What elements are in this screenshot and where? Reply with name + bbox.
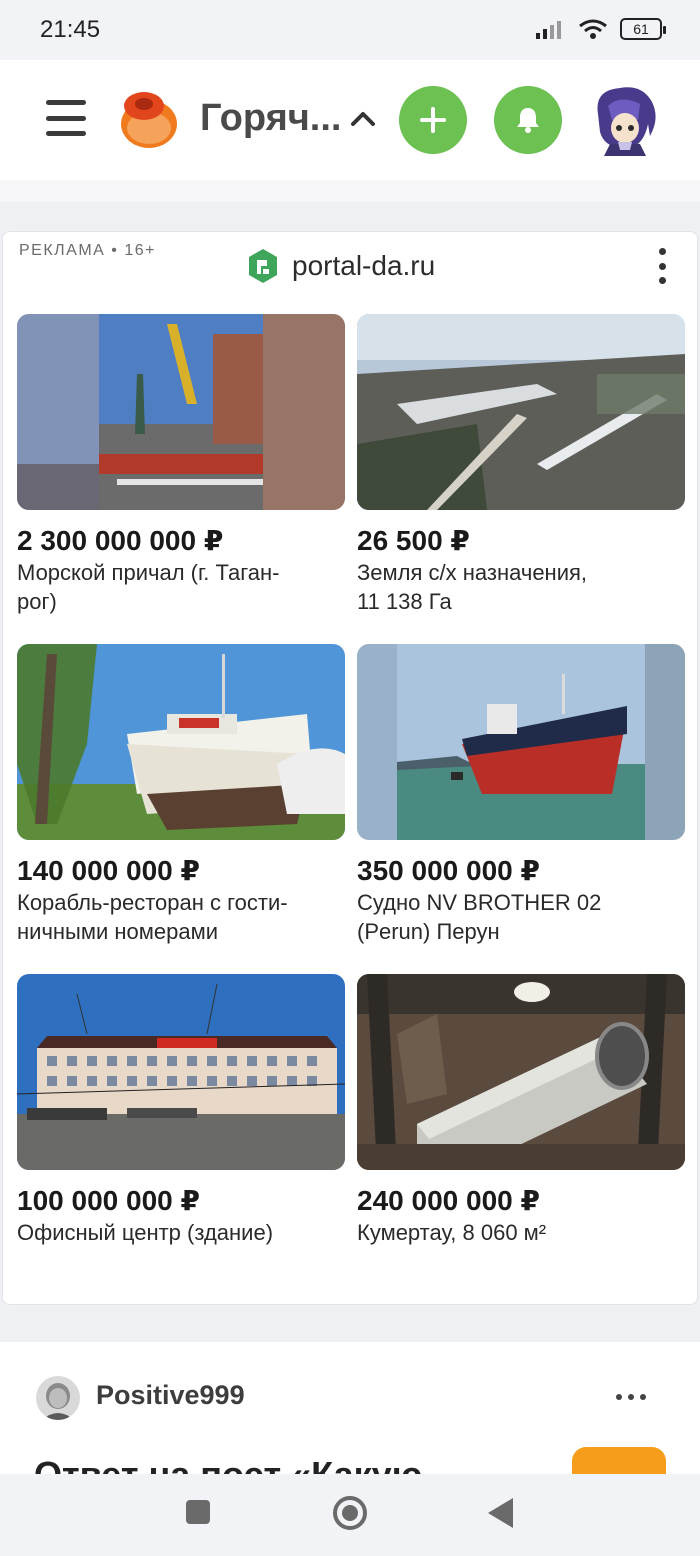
listing-image — [357, 974, 685, 1170]
more-options-icon[interactable] — [657, 248, 667, 284]
status-time: 21:45 — [40, 16, 101, 43]
listing-image — [357, 644, 685, 840]
ad-source-text: portal-da.ru — [292, 250, 436, 281]
listing-price: 350 000 000 ₽ — [357, 855, 540, 886]
listing-card[interactable]: 140 000 000 ₽ Корабль-ресторан с гости- … — [17, 644, 345, 946]
post-author-name[interactable]: Positive999 — [96, 1380, 245, 1411]
listing-description: Кумертау, 8 060 м² — [357, 1218, 685, 1247]
status-bar: 21:45 61 — [0, 0, 700, 60]
listing-description-line: Кумертау, 8 060 м² — [357, 1220, 547, 1245]
listing-card[interactable]: 26 500 ₽ Земля с/х назначения, 11 138 Га — [357, 314, 685, 616]
user-avatar[interactable] — [590, 84, 660, 156]
menu-icon[interactable] — [46, 100, 86, 136]
listing-image — [17, 974, 345, 1170]
listing-image — [17, 314, 345, 510]
listing-card[interactable]: 2 300 000 000 ₽ Морской причал (г. Таган… — [17, 314, 345, 616]
status-icons: 61 — [536, 18, 666, 40]
listing-price: 240 000 000 ₽ — [357, 1185, 540, 1216]
notifications-button[interactable] — [494, 86, 562, 154]
post-author-avatar[interactable] — [36, 1376, 80, 1420]
listing-image — [357, 314, 685, 510]
listing-card[interactable]: 240 000 000 ₽ Кумертау, 8 060 м² — [357, 974, 685, 1247]
recent-apps-icon[interactable] — [186, 1500, 210, 1524]
signal-icon — [536, 21, 561, 39]
ad-source-link[interactable]: portal-da.ru — [248, 248, 435, 284]
post-more-icon[interactable] — [616, 1394, 646, 1400]
chevron-up-icon[interactable] — [348, 104, 378, 134]
app-header: Горяч... — [0, 60, 700, 180]
listing-description: Морской причал (г. Таган- рог) — [17, 558, 345, 616]
listing-description: Судно NV BROTHER 02 (Perun) Перун — [357, 888, 685, 946]
back-icon[interactable] — [488, 1498, 513, 1528]
system-nav-bar — [0, 1474, 700, 1556]
portal-da-logo-icon — [249, 249, 277, 283]
listing-price: 140 000 000 ₽ — [17, 855, 200, 886]
plus-icon — [420, 107, 446, 133]
wifi-icon — [579, 19, 607, 39]
feed-filter-strip — [0, 180, 700, 202]
listing-description-line: ничными номерами — [17, 919, 219, 944]
listing-card[interactable]: 350 000 000 ₽ Судно NV BROTHER 02 (Perun… — [357, 644, 685, 946]
app-logo — [121, 92, 177, 148]
listing-description-line: Офисный центр (здание) — [17, 1220, 274, 1245]
page-title[interactable]: Горяч... — [200, 97, 341, 140]
listing-description-line: Земля с/х назначения, — [357, 560, 588, 585]
listing-description-line: Морской причал (г. Таган- — [17, 560, 280, 585]
listing-description-line: 11 138 Га — [357, 589, 452, 614]
listing-image — [17, 644, 345, 840]
listing-description-line: Корабль-ресторан с гости- — [17, 890, 288, 915]
listing-description: Офисный центр (здание) — [17, 1218, 345, 1247]
bell-icon — [517, 108, 539, 133]
listing-description-line: Судно NV BROTHER 02 — [357, 890, 602, 915]
listing-card[interactable]: 100 000 000 ₽ Офисный центр (здание) — [17, 974, 345, 1247]
listing-price: 26 500 ₽ — [357, 525, 470, 556]
battery-icon: 61 — [620, 18, 666, 40]
listing-description-line: (Perun) Перун — [357, 919, 500, 944]
ad-label: РЕКЛАМА • 16+ — [19, 242, 156, 259]
listing-description: Земля с/х назначения, 11 138 Га — [357, 558, 685, 616]
listing-price: 100 000 000 ₽ — [17, 1185, 200, 1216]
ad-card: РЕКЛАМА • 16+ portal-da.ru 2 300 000 000… — [2, 231, 698, 1305]
listing-description-line: рог) — [17, 589, 57, 614]
add-post-button[interactable] — [399, 86, 467, 154]
listing-description: Корабль-ресторан с гости- ничными номера… — [17, 888, 345, 946]
home-icon[interactable] — [333, 1496, 367, 1530]
listing-price: 2 300 000 000 ₽ — [17, 525, 224, 556]
